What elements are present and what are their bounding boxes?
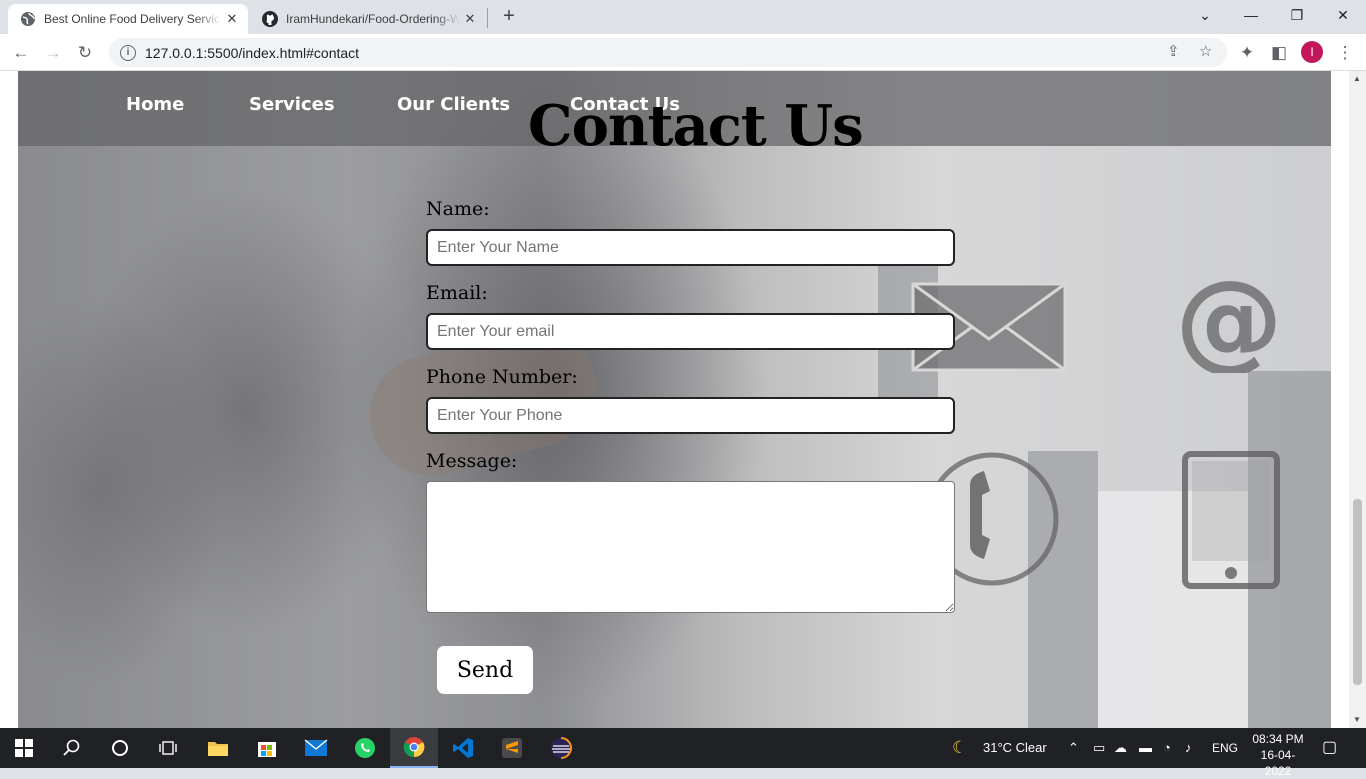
microsoft-store-icon[interactable] bbox=[243, 728, 291, 768]
eclipse-icon[interactable] bbox=[537, 728, 585, 768]
globe-icon bbox=[20, 11, 36, 27]
tab-title: IramHundekari/Food-Ordering-Website bbox=[286, 12, 460, 26]
svg-text:@: @ bbox=[1178, 271, 1280, 373]
cortana-icon[interactable] bbox=[96, 728, 144, 768]
forward-icon[interactable]: → bbox=[40, 40, 66, 66]
page-scrollbar[interactable]: ▲ ▼ bbox=[1349, 71, 1366, 728]
clock-date: 16-04-2022 bbox=[1260, 748, 1296, 778]
clock[interactable]: 08:34 PM 16-04-2022 bbox=[1252, 731, 1304, 779]
nav-our-clients-link[interactable]: Our Clients bbox=[397, 94, 510, 115]
wifi-icon[interactable]: ◔ bbox=[1163, 728, 1171, 768]
message-textarea[interactable] bbox=[426, 481, 955, 613]
side-panel-icon[interactable]: ◧ bbox=[1266, 40, 1292, 66]
new-tab-button[interactable]: + bbox=[498, 5, 520, 27]
extensions-icon[interactable]: ✦ bbox=[1234, 40, 1260, 66]
nav-services-link[interactable]: Services bbox=[249, 94, 335, 115]
browser-tab-strip: Best Online Food Delivery Service ✕ Iram… bbox=[0, 0, 1366, 34]
language-indicator[interactable]: ENG bbox=[1212, 728, 1238, 768]
tab-close-icon[interactable]: ✕ bbox=[222, 11, 242, 27]
tab-separator bbox=[487, 8, 488, 28]
scroll-up-arrow-icon[interactable]: ▲ bbox=[1353, 74, 1361, 83]
sublime-text-icon[interactable] bbox=[488, 728, 536, 768]
tab-active[interactable]: Best Online Food Delivery Service ✕ bbox=[8, 4, 248, 34]
phone-input[interactable] bbox=[426, 397, 955, 434]
email-input[interactable] bbox=[426, 313, 955, 350]
volume-icon[interactable]: ♪ bbox=[1185, 728, 1192, 768]
search-icon[interactable] bbox=[48, 728, 96, 768]
contact-heading: Contact Us bbox=[528, 93, 864, 159]
battery-icon[interactable]: ▬ bbox=[1139, 728, 1152, 768]
site-info-icon[interactable]: i bbox=[120, 44, 136, 61]
tablet-icon bbox=[1182, 451, 1280, 589]
tab-github[interactable]: IramHundekari/Food-Ordering-Website ✕ bbox=[250, 4, 486, 34]
windows-start-icon[interactable] bbox=[0, 728, 48, 768]
scrollbar-thumb[interactable] bbox=[1353, 499, 1362, 685]
phone-label: Phone Number: bbox=[426, 366, 578, 388]
tab-close-icon[interactable]: ✕ bbox=[460, 11, 480, 27]
vscode-icon[interactable] bbox=[439, 728, 487, 768]
nav-home-link[interactable]: Home bbox=[126, 94, 184, 115]
message-label: Message: bbox=[426, 450, 518, 472]
reload-icon[interactable]: ↻ bbox=[72, 40, 98, 66]
name-label: Name: bbox=[426, 198, 490, 220]
menu-kebab-icon[interactable]: ⋮ bbox=[1332, 40, 1358, 66]
bookmark-star-icon[interactable]: ☆ bbox=[1199, 42, 1212, 60]
onedrive-cloud-icon[interactable]: ☁ bbox=[1114, 728, 1127, 768]
back-icon[interactable]: ← bbox=[8, 40, 34, 66]
file-explorer-icon[interactable] bbox=[194, 728, 242, 768]
minimize-button[interactable]: — bbox=[1228, 0, 1274, 30]
send-button[interactable]: Send bbox=[437, 646, 533, 694]
close-window-button[interactable]: ✕ bbox=[1320, 0, 1366, 30]
whatsapp-icon[interactable] bbox=[341, 728, 389, 768]
clock-time: 08:34 PM bbox=[1252, 732, 1304, 746]
scroll-down-arrow-icon[interactable]: ▼ bbox=[1353, 715, 1361, 724]
task-view-icon[interactable] bbox=[144, 728, 192, 768]
browser-toolbar: ← → ↻ i 127.0.0.1:5500/index.html#contac… bbox=[0, 34, 1366, 71]
notifications-icon[interactable]: ▢ bbox=[1322, 728, 1337, 768]
address-bar[interactable]: i 127.0.0.1:5500/index.html#contact ⇪ ☆ bbox=[109, 38, 1227, 67]
contact-section: @ Home Services Our Clients Contact Us C… bbox=[18, 71, 1331, 728]
show-hidden-icons-icon[interactable]: ⌃ bbox=[1068, 728, 1079, 768]
tab-search-button[interactable]: ⌄ bbox=[1182, 0, 1228, 30]
weather-moon-icon: ☾ bbox=[952, 738, 968, 757]
profile-avatar[interactable]: I bbox=[1301, 41, 1323, 63]
restore-button[interactable]: ❐ bbox=[1274, 0, 1320, 30]
email-label: Email: bbox=[426, 282, 488, 304]
github-icon bbox=[262, 11, 278, 27]
at-sign-icon: @ bbox=[1178, 271, 1280, 373]
name-input[interactable] bbox=[426, 229, 955, 266]
meet-now-icon[interactable]: ▭ bbox=[1093, 728, 1105, 768]
chrome-icon[interactable] bbox=[390, 728, 438, 768]
tab-title: Best Online Food Delivery Service bbox=[44, 12, 222, 26]
page-viewport: @ Home Services Our Clients Contact Us C… bbox=[0, 71, 1366, 728]
share-icon[interactable]: ⇪ bbox=[1167, 42, 1180, 60]
windows-taskbar: ☾ 31°C Clear ⌃ ▭ ☁ ▬ ◔ ♪ ENG 08:34 PM 16… bbox=[0, 728, 1366, 778]
weather-text[interactable]: 31°C Clear bbox=[983, 728, 1047, 768]
url-text[interactable]: 127.0.0.1:5500/index.html#contact bbox=[145, 45, 359, 61]
mail-icon[interactable] bbox=[292, 728, 340, 768]
